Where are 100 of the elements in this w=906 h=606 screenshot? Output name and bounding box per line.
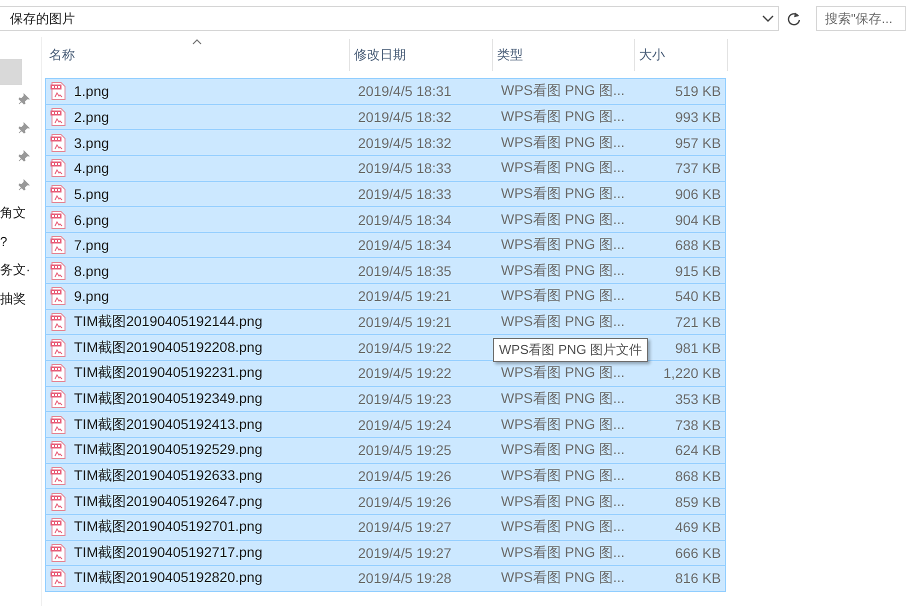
modified-date: 2019/4/5 18:32 [358, 108, 452, 125]
refresh-icon[interactable] [786, 10, 802, 26]
png-file-icon [50, 262, 66, 280]
modified-date: 2019/4/5 19:25 [358, 442, 452, 458]
file-name: 8.png [74, 262, 110, 279]
file-type: WPS看图 PNG 图... [501, 159, 625, 178]
pin-icon[interactable] [18, 178, 30, 191]
file-row[interactable]: 5.png 2019/4/5 18:33 WPS看图 PNG 图... 906 KB [45, 180, 726, 208]
file-row[interactable]: TIM截图20190405192633.png 2019/4/5 19:26 WPS看图 PNG 图... 868 KB [45, 462, 726, 490]
file-size: 868 KB [675, 468, 721, 484]
file-row[interactable]: TIM截图20190405192701.png 2019/4/5 19:27 WPS看图 PNG 图... 469 KB [45, 514, 726, 541]
pin-icon[interactable] [18, 93, 30, 106]
column-header[interactable]: 名称 [45, 39, 350, 71]
search-field[interactable]: 搜索"保存... [816, 6, 906, 31]
column-header[interactable]: 类型 [493, 39, 635, 71]
file-size: 666 KB [675, 544, 721, 561]
file-size: 904 KB [675, 212, 721, 228]
png-file-icon [50, 338, 66, 357]
file-type: WPS看图 PNG 图... [501, 364, 625, 382]
file-name: 2.png [74, 108, 110, 125]
nav-item[interactable]: 抽奖 [0, 290, 26, 308]
pin-icon[interactable] [18, 122, 30, 134]
png-file-icon [50, 159, 66, 178]
png-file-icon [50, 82, 66, 100]
file-size: 721 KB [675, 314, 721, 330]
file-size: 540 KB [675, 288, 721, 304]
modified-date: 2019/4/5 19:23 [358, 391, 452, 407]
file-name: 9.png [74, 288, 110, 304]
chevron-down-icon[interactable] [762, 14, 774, 22]
file-row[interactable]: 7.png 2019/4/5 18:34 WPS看图 PNG 图... 688 KB [45, 232, 726, 258]
file-row[interactable]: TIM截图20190405192231.png 2019/4/5 19:22 WPS看图 PNG 图... 1,220 KB [45, 360, 726, 387]
nav-item[interactable]: 角文 [0, 204, 26, 222]
file-row[interactable]: TIM截图20190405192144.png 2019/4/5 19:21 WPS看图 PNG 图... 721 KB [45, 308, 726, 336]
modified-date: 2019/4/5 19:24 [358, 416, 452, 433]
png-file-icon [50, 390, 66, 408]
modified-date: 2019/4/5 18:33 [358, 160, 452, 176]
file-type: WPS看图 PNG 图... [501, 82, 625, 100]
file-row[interactable]: 8.png 2019/4/5 18:35 WPS看图 PNG 图... 915 KB [45, 257, 726, 284]
file-size: 906 KB [675, 186, 721, 202]
nav-item[interactable]: 务文· [0, 261, 30, 280]
file-size: 981 KB [675, 340, 721, 356]
file-name: TIM截图20190405192349.png [74, 390, 262, 408]
file-row[interactable]: 4.png 2019/4/5 18:33 WPS看图 PNG 图... 737 KB [45, 154, 726, 182]
file-name: TIM截图20190405192820.png [74, 569, 262, 588]
png-file-icon [50, 441, 66, 460]
file-size: 859 KB [675, 494, 721, 510]
file-row[interactable]: TIM截图20190405192717.png 2019/4/5 19:27 WPS看图 PNG 图... 666 KB [45, 540, 726, 566]
file-name: TIM截图20190405192208.png [74, 338, 262, 357]
address-bar[interactable]: 保存的图片 [0, 6, 780, 31]
png-file-icon [50, 313, 66, 332]
file-type: WPS看图 PNG 图... [501, 210, 625, 229]
file-row[interactable]: 1.png 2019/4/5 18:31 WPS看图 PNG 图... 519 KB [45, 78, 726, 105]
file-row[interactable]: 2.png 2019/4/5 18:32 WPS看图 PNG 图... 993 KB [45, 104, 726, 130]
file-name: TIM截图20190405192529.png [74, 441, 262, 460]
modified-date: 2019/4/5 19:27 [358, 519, 452, 536]
file-name: TIM截图20190405192144.png [74, 313, 262, 332]
png-file-icon [50, 518, 66, 536]
file-type: WPS看图 PNG 图... [501, 466, 625, 485]
file-row[interactable]: TIM截图20190405192208.png 2019/4/5 19:22 WPS看图 PNG 图片文件 981 KB [45, 334, 726, 362]
modified-date: 2019/4/5 19:26 [358, 468, 452, 484]
file-type: WPS看图 PNG 图... [501, 262, 625, 280]
modified-date: 2019/4/5 18:35 [358, 262, 452, 279]
file-row[interactable]: TIM截图20190405192820.png 2019/4/5 19:28 WPS看图 PNG 图... 816 KB [45, 565, 726, 592]
file-size: 469 KB [675, 519, 721, 536]
png-file-icon [50, 569, 66, 588]
file-row[interactable]: TIM截图20190405192647.png 2019/4/5 19:26 WPS看图 PNG 图... 859 KB [45, 488, 726, 515]
file-row[interactable]: 9.png 2019/4/5 19:21 WPS看图 PNG 图... 540 KB [45, 283, 726, 310]
column-header[interactable]: 修改日期 [350, 39, 493, 71]
file-name: TIM截图20190405192231.png [74, 364, 262, 382]
modified-date: 2019/4/5 19:28 [358, 570, 452, 586]
file-size: 993 KB [675, 108, 721, 125]
file-row[interactable]: 6.png 2019/4/5 18:34 WPS看图 PNG 图... 904 KB [45, 206, 726, 233]
file-size: 1,220 KB [663, 365, 721, 382]
file-row[interactable]: TIM截图20190405192413.png 2019/4/5 19:24 WPS看图 PNG 图... 738 KB [45, 411, 726, 438]
file-row[interactable]: TIM截图20190405192529.png 2019/4/5 19:25 WPS看图 PNG 图... 624 KB [45, 436, 726, 464]
png-file-icon [50, 492, 66, 511]
modified-date: 2019/4/5 19:27 [358, 544, 452, 561]
file-row[interactable]: TIM截图20190405192349.png 2019/4/5 19:23 WPS看图 PNG 图... 353 KB [45, 386, 726, 412]
file-type: WPS看图 PNG 图... [501, 184, 625, 203]
file-name: TIM截图20190405192647.png [74, 492, 262, 511]
png-file-icon [50, 364, 66, 382]
modified-date: 2019/4/5 18:34 [358, 237, 452, 254]
png-file-icon [50, 184, 66, 203]
modified-date: 2019/4/5 18:33 [358, 186, 452, 202]
modified-date: 2019/4/5 19:22 [358, 365, 452, 382]
column-header[interactable]: 大小 [635, 39, 728, 71]
modified-date: 2019/4/5 18:34 [358, 212, 452, 228]
file-name: 7.png [74, 237, 110, 254]
pin-icon[interactable] [18, 150, 30, 162]
file-size: 353 KB [675, 391, 721, 407]
png-file-icon [50, 416, 66, 434]
file-size: 737 KB [675, 160, 721, 176]
file-name: 4.png [74, 160, 110, 176]
file-size: 738 KB [675, 416, 721, 433]
nav-item[interactable]: ? [0, 234, 8, 250]
file-type: WPS看图 PNG 图... [501, 287, 625, 306]
file-type: WPS看图 PNG 图... [501, 236, 625, 254]
file-type: WPS看图 PNG 图... [501, 416, 625, 434]
file-name: TIM截图20190405192413.png [74, 416, 262, 434]
file-row[interactable]: 3.png 2019/4/5 18:32 WPS看图 PNG 图... 957 KB [45, 129, 726, 156]
